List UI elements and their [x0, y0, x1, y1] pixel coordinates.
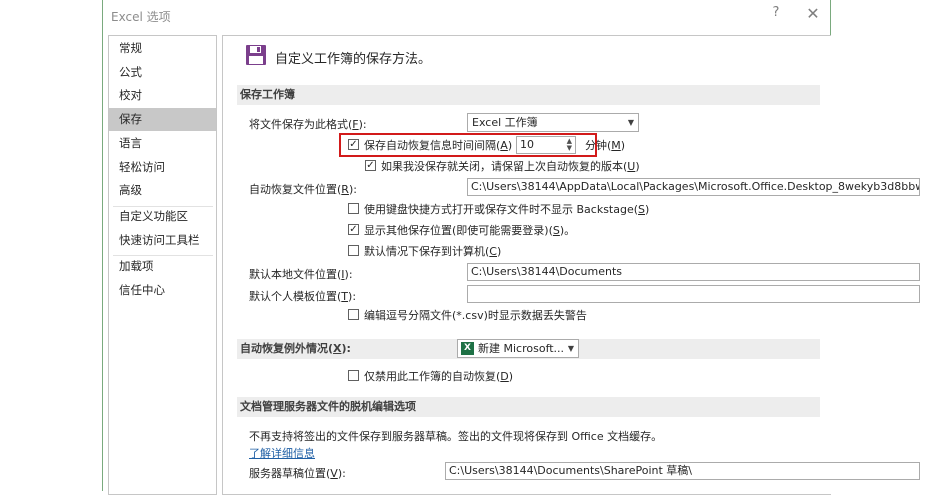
csv-warning-label: 编辑逗号分隔文件(*.csv)时显示数据丢失警告	[364, 309, 587, 322]
template-location-label: 默认个人模板位置(T):	[249, 290, 357, 303]
nav-item-accessibility[interactable]: 轻松访问	[109, 156, 216, 179]
format-label: 将文件保存为此格式(F):	[249, 118, 367, 131]
save-options-panel: 自定义工作簿的保存方法。 保存工作簿 将文件保存为此格式(F): Excel 工…	[222, 35, 920, 495]
save-to-computer-checkbox[interactable]	[348, 245, 359, 256]
no-backstage-label: 使用键盘快捷方式打开或保存文件时不显示 Backstage(S)	[364, 203, 650, 216]
drafts-location-label: 服务器草稿位置(V):	[249, 467, 346, 480]
keep-last-version-label: 如果我没保存就关闭，请保留上次自动恢复的版本(U)	[381, 160, 640, 173]
nav-item-trust-center[interactable]: 信任中心	[109, 279, 216, 302]
template-location-input[interactable]	[467, 285, 920, 303]
show-other-locations-label: 显示其他保存位置(即使可能需要登录)(S)。	[364, 224, 576, 237]
nav-item-save[interactable]: 保存	[109, 108, 216, 131]
section-save-workbooks: 保存工作簿	[237, 85, 820, 105]
show-other-locations-checkbox[interactable]: ✓	[348, 224, 359, 235]
autorecover-location-input[interactable]: C:\Users\38144\AppData\Local\Packages\Mi…	[467, 178, 920, 196]
keep-last-version-checkbox[interactable]: ✓	[365, 160, 376, 171]
floppy-disk-icon	[246, 45, 266, 65]
csv-warning-checkbox[interactable]	[348, 309, 359, 320]
offline-info-text: 不再支持将签出的文件保存到服务器草稿。签出的文件现将保存到 Office 文档缓…	[249, 430, 663, 443]
nav-item-formulas[interactable]: 公式	[109, 61, 216, 84]
excel-options-dialog: Excel 选项 ? ✕ 常规 公式 校对 保存 语言 轻松访问 高级 自定义功…	[102, 0, 920, 495]
autorecover-interval-stepper[interactable]: 10 ▲ ▼	[516, 136, 576, 154]
help-button[interactable]: ?	[768, 5, 784, 23]
disable-autorecover-checkbox[interactable]	[348, 370, 359, 381]
nav-item-addins[interactable]: 加载项	[109, 255, 216, 278]
chevron-down-icon: ▼	[567, 344, 574, 353]
excel-icon: X	[461, 342, 474, 355]
nav-item-language[interactable]: 语言	[109, 132, 216, 155]
learn-more-link[interactable]: 了解详细信息	[249, 445, 315, 461]
no-backstage-checkbox[interactable]	[348, 203, 359, 214]
chevron-down-icon: ▼	[627, 118, 634, 127]
save-to-computer-label: 默认情况下保存到计算机(C)	[364, 245, 502, 258]
interval-value: 10	[520, 138, 534, 151]
spin-down-icon[interactable]: ▼	[567, 145, 572, 152]
drafts-location-input[interactable]: C:\Users\38144\Documents\SharePoint 草稿\	[445, 462, 920, 480]
exception-workbook-value: 新建 Microsoft...	[478, 342, 565, 355]
nav-item-advanced[interactable]: 高级	[109, 179, 216, 202]
nav-item-customize-ribbon[interactable]: 自定义功能区	[109, 205, 216, 228]
section-offline-editing: 文档管理服务器文件的脱机编辑选项	[237, 397, 820, 417]
page-header: 自定义工作簿的保存方法。	[275, 52, 432, 67]
close-button[interactable]: ✕	[803, 4, 823, 24]
autorecover-checkbox[interactable]: ✓	[348, 139, 359, 150]
dialog-title: Excel 选项	[111, 10, 171, 24]
local-location-input[interactable]: C:\Users\38144\Documents	[467, 263, 920, 281]
exception-workbook-dropdown[interactable]: X 新建 Microsoft... ▼	[457, 339, 579, 358]
disable-autorecover-label: 仅禁用此工作簿的自动恢复(D)	[364, 370, 514, 383]
options-nav: 常规 公式 校对 保存 语言 轻松访问 高级 自定义功能区 快速访问工具栏 加载…	[108, 35, 217, 495]
nav-item-proofing[interactable]: 校对	[109, 84, 216, 107]
nav-item-general[interactable]: 常规	[109, 37, 216, 60]
autorecover-label: 保存自动恢复信息时间间隔(A)	[364, 139, 513, 152]
local-location-label: 默认本地文件位置(I):	[249, 268, 353, 281]
nav-item-quick-access-toolbar[interactable]: 快速访问工具栏	[109, 229, 216, 252]
autorecover-location-label: 自动恢复文件位置(R):	[249, 183, 357, 196]
minutes-label: 分钟(M)	[585, 139, 626, 152]
save-format-value: Excel 工作簿	[472, 116, 538, 129]
save-format-dropdown[interactable]: Excel 工作簿 ▼	[467, 113, 639, 132]
